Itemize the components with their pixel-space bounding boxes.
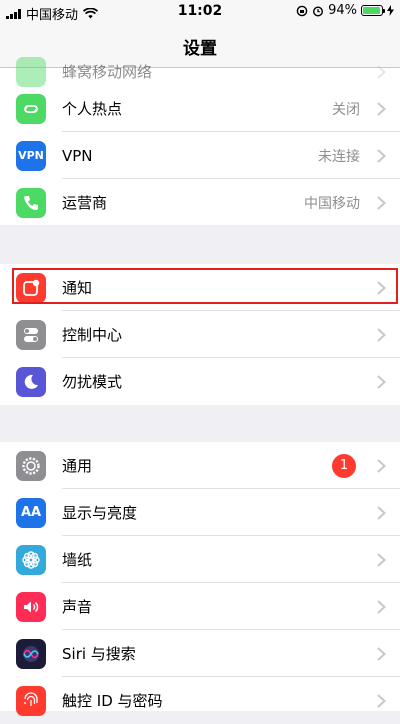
phone-icon bbox=[16, 187, 46, 218]
chevron-right-icon bbox=[377, 552, 386, 567]
status-bar: 中国移动 11:02 94% bbox=[0, 0, 400, 24]
row-label: 显示与亮度 bbox=[62, 504, 138, 522]
row-do-not-disturb[interactable]: 勿扰模式 bbox=[0, 358, 400, 405]
row-label: VPN bbox=[62, 146, 93, 165]
notifications-icon bbox=[16, 272, 46, 303]
row-vpn[interactable]: VPN VPN 未连接 bbox=[0, 132, 400, 179]
chevron-right-icon bbox=[377, 280, 386, 295]
row-label: 墙纸 bbox=[62, 551, 93, 569]
row-detail: 未连接 bbox=[318, 148, 360, 165]
row-label: 运营商 bbox=[62, 194, 108, 212]
charging-icon bbox=[387, 5, 394, 16]
text-size-icon: AA bbox=[16, 497, 46, 528]
cellular-icon bbox=[16, 56, 46, 87]
wallpaper-icon bbox=[16, 544, 46, 575]
row-personal-hotspot[interactable]: 个人热点 关闭 bbox=[0, 85, 400, 132]
chevron-right-icon bbox=[377, 505, 386, 520]
fingerprint-icon bbox=[16, 685, 46, 716]
chevron-right-icon bbox=[377, 101, 386, 116]
siri-icon bbox=[16, 638, 46, 669]
row-carrier[interactable]: 运营商 中国移动 bbox=[0, 179, 400, 226]
control-center-icon bbox=[16, 319, 46, 350]
row-touch-id-passcode[interactable]: 触控 ID 与密码 bbox=[0, 677, 400, 724]
chevron-right-icon bbox=[377, 327, 386, 342]
row-general[interactable]: 通用 1 bbox=[0, 442, 400, 489]
row-label: 蜂窝移动网络 bbox=[62, 63, 153, 81]
battery-percent: 94% bbox=[328, 3, 357, 18]
alarm-icon bbox=[313, 5, 324, 17]
row-label: 通知 bbox=[62, 279, 93, 297]
group-network: 蜂窝移动网络 个人热点 关闭 VPN VPN 未连接 运营商 中国移动 bbox=[0, 56, 400, 226]
notification-badge: 1 bbox=[332, 453, 356, 478]
row-label: 勿扰模式 bbox=[62, 373, 123, 391]
row-label: 个人热点 bbox=[62, 100, 123, 118]
row-detail: 关闭 bbox=[332, 101, 360, 118]
chevron-right-icon bbox=[377, 195, 386, 210]
chevron-right-icon bbox=[377, 148, 386, 163]
row-label: 声音 bbox=[62, 598, 93, 616]
rotation-lock-icon bbox=[296, 5, 308, 16]
chevron-right-icon bbox=[377, 64, 386, 79]
row-notifications[interactable]: 通知 bbox=[0, 264, 400, 311]
row-wallpaper[interactable]: 墙纸 bbox=[0, 536, 400, 583]
battery-icon bbox=[361, 5, 385, 16]
chevron-right-icon bbox=[377, 599, 386, 614]
hotspot-icon bbox=[16, 93, 46, 124]
vpn-icon: VPN bbox=[16, 140, 46, 171]
chevron-right-icon bbox=[377, 458, 386, 473]
row-siri-search[interactable]: Siri 与搜索 bbox=[0, 630, 400, 677]
chevron-right-icon bbox=[377, 693, 386, 708]
row-detail: 中国移动 bbox=[304, 195, 360, 212]
row-display-brightness[interactable]: AA 显示与亮度 bbox=[0, 489, 400, 536]
status-right: 94% bbox=[296, 3, 394, 18]
row-control-center[interactable]: 控制中心 bbox=[0, 311, 400, 358]
chevron-right-icon bbox=[377, 646, 386, 661]
row-label: 触控 ID 与密码 bbox=[62, 692, 163, 710]
row-label: 通用 bbox=[62, 457, 93, 475]
row-sounds[interactable]: 声音 bbox=[0, 583, 400, 630]
group-system: 通用 1 AA 显示与亮度 墙纸 声音 Siri 与搜索 触控 ID 与密码 bbox=[0, 442, 400, 716]
row-label: Siri 与搜索 bbox=[62, 645, 136, 663]
moon-icon bbox=[16, 366, 46, 397]
chevron-right-icon bbox=[377, 374, 386, 389]
group-alerts: 通知 控制中心 勿扰模式 bbox=[0, 264, 400, 405]
speaker-icon bbox=[16, 591, 46, 622]
gear-icon bbox=[16, 450, 46, 481]
row-label: 控制中心 bbox=[62, 326, 123, 344]
